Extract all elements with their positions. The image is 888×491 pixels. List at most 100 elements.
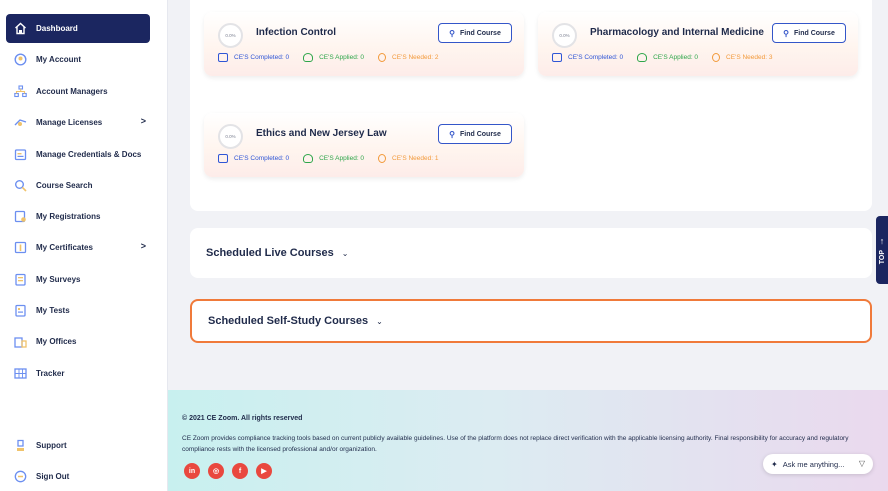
timer-icon xyxy=(712,53,721,62)
facebook-icon[interactable]: f xyxy=(232,463,248,479)
support-icon xyxy=(14,439,27,452)
progress-ring: 0.0% xyxy=(218,124,243,149)
cup-icon xyxy=(303,53,314,62)
course-stats: CE'S Completed: 0 CE'S Applied: 0 CE'S N… xyxy=(218,53,452,62)
ces-applied: CE'S Applied: 0 xyxy=(637,53,698,62)
ces-needed: CE'S Needed: 1 xyxy=(378,154,438,163)
section-title: Scheduled Live Courses xyxy=(206,247,334,259)
user-circle-icon xyxy=(14,53,27,66)
progress-ring: 0.0% xyxy=(218,23,243,48)
sidebar-item-my-tests[interactable]: My Tests xyxy=(6,296,150,325)
sidebar-item-label: Manage Licenses xyxy=(36,118,103,127)
social-links: in ◎ f ▶ xyxy=(184,463,280,479)
ces-completed: CE'S Completed: 0 xyxy=(218,53,289,62)
search-icon: ⚲ xyxy=(783,28,789,38)
instagram-icon[interactable]: ◎ xyxy=(208,463,224,479)
sidebar-item-my-account[interactable]: My Account xyxy=(6,45,150,74)
ces-needed-label: CE'S Needed: 3 xyxy=(726,54,773,61)
sign-out-icon xyxy=(14,470,27,483)
ces-completed-label: CE'S Completed: 0 xyxy=(568,54,624,61)
back-to-top-label: TOP xyxy=(878,249,886,265)
sidebar-item-label: My Offices xyxy=(36,337,77,346)
sidebar-item-manage-licenses[interactable]: Manage Licenses > xyxy=(6,108,150,137)
ces-needed: CE'S Needed: 2 xyxy=(378,53,438,62)
sidebar-item-sign-out[interactable]: Sign Out xyxy=(6,462,150,491)
tracker-icon xyxy=(14,367,27,380)
cup-icon xyxy=(637,53,648,62)
timer-icon xyxy=(378,154,387,163)
find-course-label: Find Course xyxy=(460,130,501,138)
sidebar-item-label: Sign Out xyxy=(36,472,70,481)
test-icon xyxy=(14,304,27,317)
sidebar-item-my-surveys[interactable]: My Surveys xyxy=(6,265,150,294)
sidebar: Dashboard My Account Account Managers Ma… xyxy=(0,0,168,491)
sidebar-item-my-registrations[interactable]: My Registrations xyxy=(6,202,150,231)
course-stats: CE'S Completed: 0 CE'S Applied: 0 CE'S N… xyxy=(552,53,786,62)
sidebar-item-dashboard[interactable]: Dashboard xyxy=(6,14,150,43)
find-course-label: Find Course xyxy=(794,29,835,37)
sidebar-item-label: Course Search xyxy=(36,181,93,190)
copyright: © 2021 CE Zoom. All rights reserved xyxy=(182,415,303,422)
scheduled-live-courses-section[interactable]: Scheduled Live Courses ⌄ xyxy=(190,228,872,278)
find-course-button[interactable]: ⚲ Find Course xyxy=(438,124,512,144)
sidebar-item-label: My Registrations xyxy=(36,212,101,221)
license-icon xyxy=(14,116,27,129)
sidebar-item-label: My Surveys xyxy=(36,275,81,284)
home-icon xyxy=(14,22,27,35)
scheduled-self-study-courses-section[interactable]: Scheduled Self-Study Courses ⌄ xyxy=(190,299,872,343)
sidebar-item-my-offices[interactable]: My Offices xyxy=(6,327,150,356)
cup-icon xyxy=(303,154,314,163)
survey-icon xyxy=(14,273,27,286)
course-title: Ethics and New Jersey Law xyxy=(256,128,387,139)
back-to-top-button[interactable]: ↑ TOP xyxy=(876,216,888,284)
sidebar-item-account-managers[interactable]: Account Managers xyxy=(6,77,150,106)
find-course-label: Find Course xyxy=(460,29,501,37)
sidebar-item-my-certificates[interactable]: My Certificates > xyxy=(6,233,150,262)
sidebar-item-manage-credentials[interactable]: Manage Credentials & Docs xyxy=(6,140,150,169)
sidebar-item-label: Manage Credentials & Docs xyxy=(36,150,142,159)
sparkle-icon: ✦ xyxy=(771,459,778,469)
search-icon xyxy=(14,179,27,192)
monitor-icon xyxy=(552,53,562,62)
license-requirements-card: 0.0% Infection Control ⚲ Find Course CE'… xyxy=(190,0,872,211)
sidebar-item-course-search[interactable]: Course Search xyxy=(6,171,150,200)
course-stats: CE'S Completed: 0 CE'S Applied: 0 CE'S N… xyxy=(218,154,452,163)
course-card: 0.0% Infection Control ⚲ Find Course CE'… xyxy=(204,12,524,76)
org-chart-icon xyxy=(14,85,27,98)
ces-completed-label: CE'S Completed: 0 xyxy=(234,155,290,162)
ces-applied: CE'S Applied: 0 xyxy=(303,53,364,62)
ces-applied-label: CE'S Applied: 0 xyxy=(653,54,699,61)
timer-icon xyxy=(378,53,387,62)
arrow-up-icon: ↑ xyxy=(879,235,885,246)
sidebar-item-label: Dashboard xyxy=(36,24,78,33)
find-course-button[interactable]: ⚲ Find Course xyxy=(438,23,512,43)
send-icon: ▽ xyxy=(858,459,865,468)
ces-needed-label: CE'S Needed: 1 xyxy=(392,155,439,162)
sidebar-item-label: Support xyxy=(36,441,67,450)
linkedin-icon[interactable]: in xyxy=(184,463,200,479)
sidebar-item-support[interactable]: Support xyxy=(6,431,150,460)
ces-needed-label: CE'S Needed: 2 xyxy=(392,54,439,61)
footer: © 2021 CE Zoom. All rights reserved CE Z… xyxy=(168,390,888,491)
ask-label: Ask me anything... xyxy=(782,459,845,469)
office-icon xyxy=(14,335,27,348)
ask-assistant-button[interactable]: ✦ Ask me anything... ▽ xyxy=(763,454,873,474)
sidebar-item-label: Account Managers xyxy=(36,87,108,96)
ces-completed-label: CE'S Completed: 0 xyxy=(234,54,290,61)
youtube-icon[interactable]: ▶ xyxy=(256,463,272,479)
search-icon: ⚲ xyxy=(449,28,455,38)
ces-applied: CE'S Applied: 0 xyxy=(303,154,364,163)
ces-completed: CE'S Completed: 0 xyxy=(218,154,289,163)
sidebar-item-tracker[interactable]: Tracker xyxy=(6,359,150,388)
course-card: 0.0% Ethics and New Jersey Law ⚲ Find Co… xyxy=(204,113,524,177)
chevron-right-icon: > xyxy=(140,241,146,251)
search-icon: ⚲ xyxy=(449,129,455,139)
sidebar-item-label: Tracker xyxy=(36,369,65,378)
credentials-icon xyxy=(14,148,27,161)
ces-needed: CE'S Needed: 3 xyxy=(712,53,772,62)
section-title: Scheduled Self-Study Courses xyxy=(208,315,369,327)
find-course-button[interactable]: ⚲ Find Course xyxy=(772,23,846,43)
course-card: 0.0% Pharmacology and Internal Medicine … xyxy=(538,12,858,76)
chevron-right-icon: > xyxy=(140,116,146,126)
sidebar-item-label: My Tests xyxy=(36,306,70,315)
